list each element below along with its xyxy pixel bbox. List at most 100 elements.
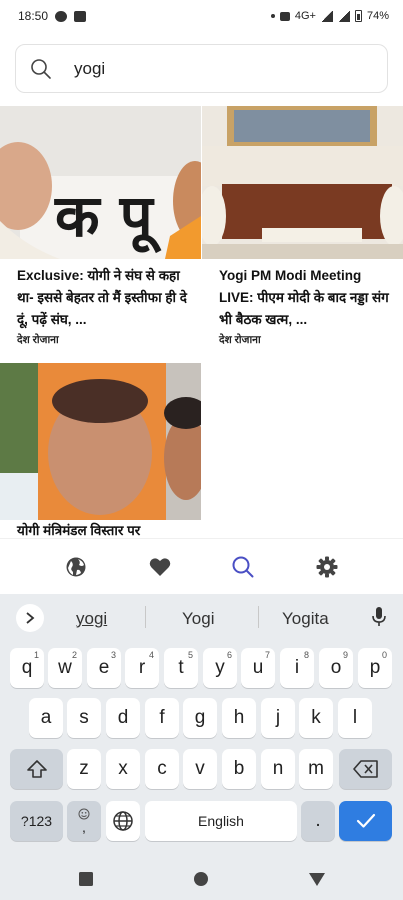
period-key[interactable]: . [301, 801, 335, 841]
key-hint: 4 [148, 650, 154, 660]
volte-icon [279, 11, 290, 21]
key-hint: 3 [110, 650, 116, 660]
globe-icon[interactable] [56, 547, 96, 587]
keyboard: yogi Yogi Yogita q1 w2 e3 r4 t5 y6 u7 i8… [0, 594, 403, 860]
key-e[interactable]: e3 [87, 648, 121, 688]
key-s[interactable]: s [67, 698, 101, 738]
news-card[interactable]: योगी मंत्रिमंडल विस्तार पर [0, 363, 201, 538]
key-q[interactable]: q1 [10, 648, 44, 688]
signal-icon-2 [337, 10, 350, 22]
app-bottom-nav [0, 538, 403, 594]
key-w[interactable]: w2 [48, 648, 82, 688]
search-input[interactable] [74, 58, 334, 79]
shift-key[interactable] [10, 749, 63, 789]
news-title: योगी मंत्रिमंडल विस्तार पर [17, 523, 141, 538]
key-l[interactable]: l [338, 698, 372, 738]
shift-icon [26, 760, 47, 778]
key-p[interactable]: p0 [358, 648, 392, 688]
news-thumbnail: क पू [0, 106, 201, 259]
microphone-icon[interactable] [371, 606, 387, 633]
network-type: 4G+ [294, 10, 316, 22]
key-t[interactable]: t5 [164, 648, 198, 688]
key-j[interactable]: j [261, 698, 295, 738]
key-v[interactable]: v [183, 749, 217, 789]
app-notification-icon [55, 10, 68, 22]
key-k[interactable]: k [299, 698, 333, 738]
back-icon[interactable] [308, 871, 326, 892]
key-n[interactable]: n [261, 749, 295, 789]
key-i[interactable]: i8 [280, 648, 314, 688]
heart-icon[interactable] [140, 547, 180, 587]
recents-icon[interactable] [78, 871, 94, 892]
suggestion-3[interactable]: Yogita [282, 609, 329, 629]
key-hint: 8 [303, 650, 309, 660]
battery-icon [354, 10, 362, 22]
key-g[interactable]: g [183, 698, 217, 738]
search-icon [28, 56, 54, 82]
key-z[interactable]: z [67, 749, 101, 789]
notification-icon [74, 10, 87, 22]
battery-level: 74% [366, 10, 389, 22]
news-title: Yogi PM Modi Meeting LIVE: पीएम मोदी के … [219, 268, 389, 327]
symbols-key[interactable]: ?123 [10, 801, 63, 841]
news-card[interactable]: Yogi PM Modi Meeting LIVE: पीएम मोदी के … [202, 106, 403, 361]
backspace-key[interactable] [339, 749, 392, 789]
news-title: Exclusive: योगी ने संघ से कहा था- इससे ब… [17, 268, 187, 327]
space-key[interactable]: English [145, 801, 297, 841]
home-icon[interactable] [193, 871, 209, 892]
language-key[interactable] [106, 801, 140, 841]
news-thumbnail [202, 106, 403, 259]
key-hint: 0 [381, 650, 387, 660]
chevron-right-icon[interactable] [16, 604, 44, 632]
comma-label: , [82, 819, 86, 835]
globe-icon [113, 811, 133, 831]
key-label: u [252, 657, 264, 678]
key-r[interactable]: r4 [125, 648, 159, 688]
checkmark-icon [356, 813, 375, 828]
key-b[interactable]: b [222, 749, 256, 789]
key-o[interactable]: o9 [319, 648, 353, 688]
key-hint: 5 [187, 650, 193, 660]
key-label: w [58, 657, 72, 678]
news-card[interactable]: क पू Exclusive: योगी ने संघ से कहा था- इ… [0, 106, 201, 361]
search-tab-icon[interactable] [223, 547, 263, 587]
suggestion-divider [258, 606, 259, 628]
key-y[interactable]: y6 [203, 648, 237, 688]
key-label: e [98, 657, 110, 678]
key-h[interactable]: h [222, 698, 256, 738]
key-u[interactable]: u7 [241, 648, 275, 688]
search-bar[interactable] [15, 44, 388, 93]
gear-icon[interactable] [307, 547, 347, 587]
suggestion-2[interactable]: Yogi [182, 609, 214, 629]
backspace-icon [352, 760, 378, 778]
key-hint: 9 [342, 650, 348, 660]
key-hint: 6 [226, 650, 232, 660]
suggestion-1[interactable]: yogi [76, 609, 107, 629]
key-hint: 1 [33, 650, 39, 660]
key-label: i [294, 657, 300, 678]
key-label: p [369, 657, 381, 678]
key-label: t [178, 657, 184, 678]
key-hint: 2 [71, 650, 77, 660]
enter-key[interactable] [339, 801, 392, 841]
key-hint: 7 [264, 650, 270, 660]
key-m[interactable]: m [299, 749, 333, 789]
news-source: देश रोजाना [219, 334, 261, 346]
suggestion-strip: yogi Yogi Yogita [0, 594, 403, 640]
emoji-comma-key[interactable]: , [67, 801, 101, 841]
key-label: r [138, 657, 146, 678]
key-label: q [21, 657, 33, 678]
suggestion-divider [145, 606, 146, 628]
key-c[interactable]: c [145, 749, 179, 789]
news-thumbnail [0, 363, 201, 520]
image-text: क पू [54, 182, 162, 254]
key-label: o [330, 657, 342, 678]
status-time: 18:50 [18, 9, 49, 23]
key-x[interactable]: x [106, 749, 140, 789]
key-f[interactable]: f [145, 698, 179, 738]
key-label: y [215, 657, 225, 678]
signal-icon [320, 10, 333, 22]
news-source: देश रोजाना [17, 334, 59, 346]
key-a[interactable]: a [29, 698, 63, 738]
key-d[interactable]: d [106, 698, 140, 738]
